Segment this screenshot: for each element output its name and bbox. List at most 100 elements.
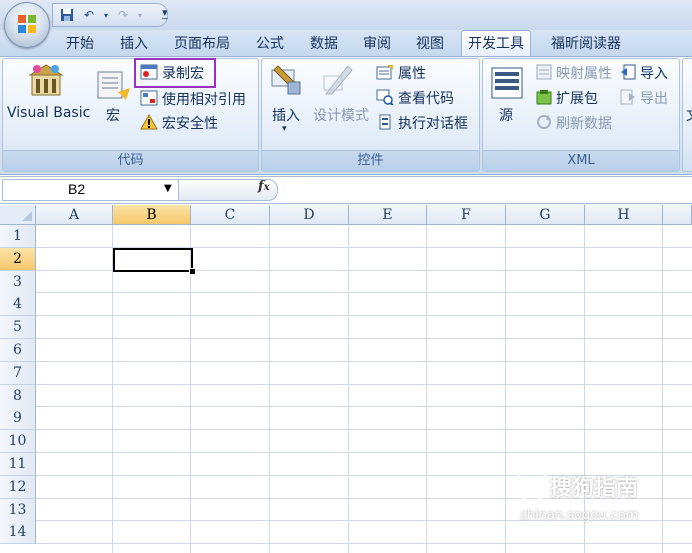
column-header-b[interactable]: B xyxy=(113,205,191,225)
row-header-13[interactable]: 13 xyxy=(0,499,36,522)
grid-row-line xyxy=(36,315,692,316)
grid-row-line xyxy=(36,292,692,293)
name-box-value: B2 xyxy=(68,181,86,197)
macro-icon[interactable] xyxy=(96,70,132,104)
xml-source-icon[interactable] xyxy=(490,66,524,100)
tab-insert[interactable]: 插入 xyxy=(120,34,148,56)
insert-function-icon[interactable]: fx xyxy=(258,179,270,194)
undo-icon[interactable]: ↶ xyxy=(81,7,97,23)
row-header-6[interactable]: 6 xyxy=(0,339,36,362)
tab-page-layout[interactable]: 页面布局 xyxy=(174,34,230,56)
column-header-g[interactable]: G xyxy=(506,205,585,225)
column-header-f[interactable]: F xyxy=(427,205,506,225)
design-mode-icon[interactable] xyxy=(322,64,356,98)
grid-row-line xyxy=(36,338,692,339)
quick-access-toolbar: ↶ ▾ ↷ ▾ xyxy=(52,3,168,27)
select-all-corner[interactable] xyxy=(0,205,36,225)
xml-source-button[interactable]: 源 xyxy=(499,105,513,125)
tab-formulas[interactable]: 公式 xyxy=(256,34,284,56)
name-box[interactable] xyxy=(2,179,182,201)
expansion-pack-icon xyxy=(536,90,552,105)
properties-button[interactable]: 属性 xyxy=(398,63,426,83)
relative-reference-button[interactable]: 使用相对引用 xyxy=(162,89,246,109)
grid-row-line xyxy=(36,543,692,544)
watermark-text: 搜狗指南 xyxy=(550,476,639,501)
expansion-pack-button[interactable]: 扩展包 xyxy=(556,88,598,108)
run-dialog-button[interactable]: 执行对话框 xyxy=(398,113,468,133)
redo-dropdown-icon[interactable]: ▾ xyxy=(137,7,143,23)
grid-row-line xyxy=(36,406,692,407)
import-button[interactable]: 导入 xyxy=(640,63,668,83)
controls-group-title: 控件 xyxy=(262,150,479,171)
grid-row-line xyxy=(36,429,692,430)
design-mode-button[interactable]: 设计模式 xyxy=(313,105,369,125)
customize-qat-icon[interactable]: ▾̲ xyxy=(162,6,168,19)
undo-dropdown-icon[interactable]: ▾ xyxy=(103,7,109,23)
row-header-4[interactable]: 4 xyxy=(0,293,36,316)
watermark-logo-icon xyxy=(515,468,549,502)
save-icon[interactable] xyxy=(59,7,75,23)
xml-group-title: XML xyxy=(483,150,679,171)
row-header-7[interactable]: 7 xyxy=(0,362,36,385)
extra-group-label: 文 xyxy=(686,105,692,125)
column-header-e[interactable]: E xyxy=(349,205,427,225)
office-button[interactable] xyxy=(4,2,50,48)
map-properties-button[interactable]: 映射属性 xyxy=(556,63,612,83)
fill-handle[interactable] xyxy=(189,268,196,275)
row-header-8[interactable]: 8 xyxy=(0,385,36,408)
visual-basic-button[interactable]: Visual Basic xyxy=(7,105,90,121)
macro-security-button[interactable]: 宏安全性 xyxy=(162,113,218,133)
map-properties-icon xyxy=(536,64,552,80)
row-header-12[interactable]: 12 xyxy=(0,476,36,499)
grid-column-line xyxy=(269,225,270,553)
view-code-icon xyxy=(376,89,394,105)
tab-review[interactable]: 审阅 xyxy=(363,34,391,56)
row-header-9[interactable]: 9 xyxy=(0,407,36,430)
grid-column-line xyxy=(505,225,506,553)
row-header-14[interactable]: 14 xyxy=(0,521,36,544)
row-header-2[interactable]: 2 xyxy=(0,248,36,271)
tab-view[interactable]: 视图 xyxy=(416,34,444,56)
column-header-partial[interactable] xyxy=(663,205,692,225)
tab-foxit-reader[interactable]: 福昕阅读器 xyxy=(551,34,621,56)
watermark-url: zhinan.sogou.com xyxy=(520,508,639,523)
relative-reference-icon xyxy=(140,90,158,106)
grid-column-line xyxy=(426,225,427,553)
column-header-c[interactable]: C xyxy=(191,205,270,225)
grid-column-line xyxy=(112,225,113,553)
row-header-11[interactable]: 11 xyxy=(0,453,36,476)
insert-controls-dropdown-icon[interactable]: ▾ xyxy=(282,124,287,134)
visual-basic-icon[interactable] xyxy=(28,63,64,99)
office-logo-icon xyxy=(18,15,36,33)
export-icon xyxy=(620,89,635,105)
macro-button[interactable]: 宏 xyxy=(106,105,120,125)
formula-input[interactable] xyxy=(280,179,692,199)
tab-developer[interactable]: 开发工具 xyxy=(461,30,531,58)
active-cell[interactable] xyxy=(113,248,193,272)
code-group-title: 代码 xyxy=(3,150,258,171)
record-macro-highlight xyxy=(134,58,216,88)
row-header-10[interactable]: 10 xyxy=(0,430,36,453)
refresh-data-button[interactable]: 刷新数据 xyxy=(556,113,612,133)
run-dialog-icon xyxy=(379,114,391,130)
row-header-3[interactable]: 3 xyxy=(0,271,36,294)
import-icon xyxy=(621,64,636,80)
tab-home[interactable]: 开始 xyxy=(66,34,94,56)
insert-controls-icon[interactable] xyxy=(268,62,304,98)
grid-row-line xyxy=(36,361,692,362)
export-button[interactable]: 导出 xyxy=(640,88,668,108)
row-header-1[interactable]: 1 xyxy=(0,225,36,248)
properties-icon xyxy=(376,65,393,80)
column-header-h[interactable]: H xyxy=(585,205,663,225)
column-header-d[interactable]: D xyxy=(270,205,349,225)
grid-column-line xyxy=(584,225,585,553)
view-code-button[interactable]: 查看代码 xyxy=(398,88,454,108)
name-box-dropdown-icon[interactable]: ▼ xyxy=(164,183,172,194)
insert-controls-button[interactable]: 插入 xyxy=(272,105,300,125)
grid-row-line xyxy=(36,452,692,453)
row-header-5[interactable]: 5 xyxy=(0,316,36,339)
column-header-a[interactable]: A xyxy=(36,205,113,225)
redo-icon[interactable]: ↷ xyxy=(115,7,131,23)
tab-data[interactable]: 数据 xyxy=(310,34,338,56)
grid-row-line xyxy=(36,384,692,385)
